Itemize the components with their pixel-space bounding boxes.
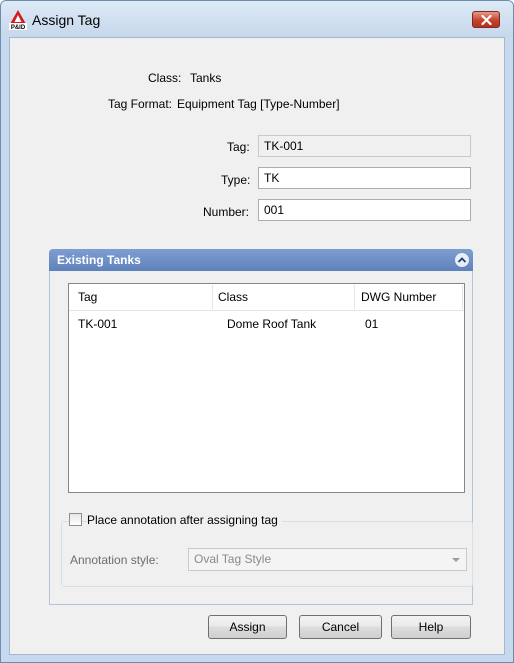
tag-format-label: Tag Format: (108, 97, 173, 111)
place-annotation-checkbox[interactable] (69, 513, 82, 526)
column-header-tag[interactable]: Tag (78, 290, 97, 304)
existing-tanks-list[interactable]: Tag Class DWG Number TK-001 Dome Roof Ta… (68, 283, 465, 493)
row-class: Dome Roof Tank (227, 317, 317, 331)
close-icon (481, 15, 492, 25)
close-button[interactable] (472, 11, 500, 28)
column-divider[interactable] (462, 285, 463, 309)
type-label: Type: (221, 173, 251, 187)
tag-format-value: Equipment Tag [Type-Number] (177, 97, 340, 111)
annotation-style-label: Annotation style: (70, 553, 159, 567)
tag-field: TK-001 (258, 135, 471, 157)
column-divider[interactable] (354, 285, 355, 309)
window-title: Assign Tag (32, 12, 101, 28)
column-divider[interactable] (212, 285, 213, 309)
column-header-class[interactable]: Class (218, 290, 248, 304)
class-value: Tanks (190, 71, 222, 85)
pid-app-icon: P&ID (9, 10, 27, 31)
place-annotation-label[interactable]: Place annotation after assigning tag (87, 513, 282, 527)
class-label: Class: (148, 71, 182, 85)
annotation-style-value: Oval Tag Style (194, 552, 272, 566)
help-button[interactable]: Help (391, 615, 471, 639)
existing-tanks-title: Existing Tanks (57, 253, 141, 267)
title-bar: P&ID Assign Tag (1, 1, 513, 37)
row-tag: TK-001 (78, 317, 118, 331)
existing-tanks-header: Existing Tanks (49, 249, 473, 271)
number-input[interactable]: 001 (258, 199, 471, 221)
chevron-up-icon (457, 257, 467, 263)
assign-tag-dialog: P&ID Assign Tag Class: Tanks Tag Format:… (0, 0, 514, 663)
number-label: Number: (203, 205, 250, 219)
tag-label: Tag: (227, 140, 250, 154)
assign-button[interactable]: Assign (208, 615, 287, 639)
type-input[interactable]: TK (258, 167, 471, 189)
list-item[interactable]: TK-001 Dome Roof Tank 01 (69, 312, 464, 334)
cancel-button[interactable]: Cancel (299, 615, 382, 639)
collapse-button[interactable] (455, 253, 469, 267)
list-header: Tag Class DWG Number (69, 284, 464, 311)
svg-text:P&ID: P&ID (11, 25, 26, 30)
column-header-dwg-number[interactable]: DWG Number (361, 290, 436, 304)
row-dwg-number: 01 (365, 317, 379, 331)
dropdown-arrow-icon (452, 558, 460, 562)
annotation-style-select: Oval Tag Style (188, 548, 467, 571)
